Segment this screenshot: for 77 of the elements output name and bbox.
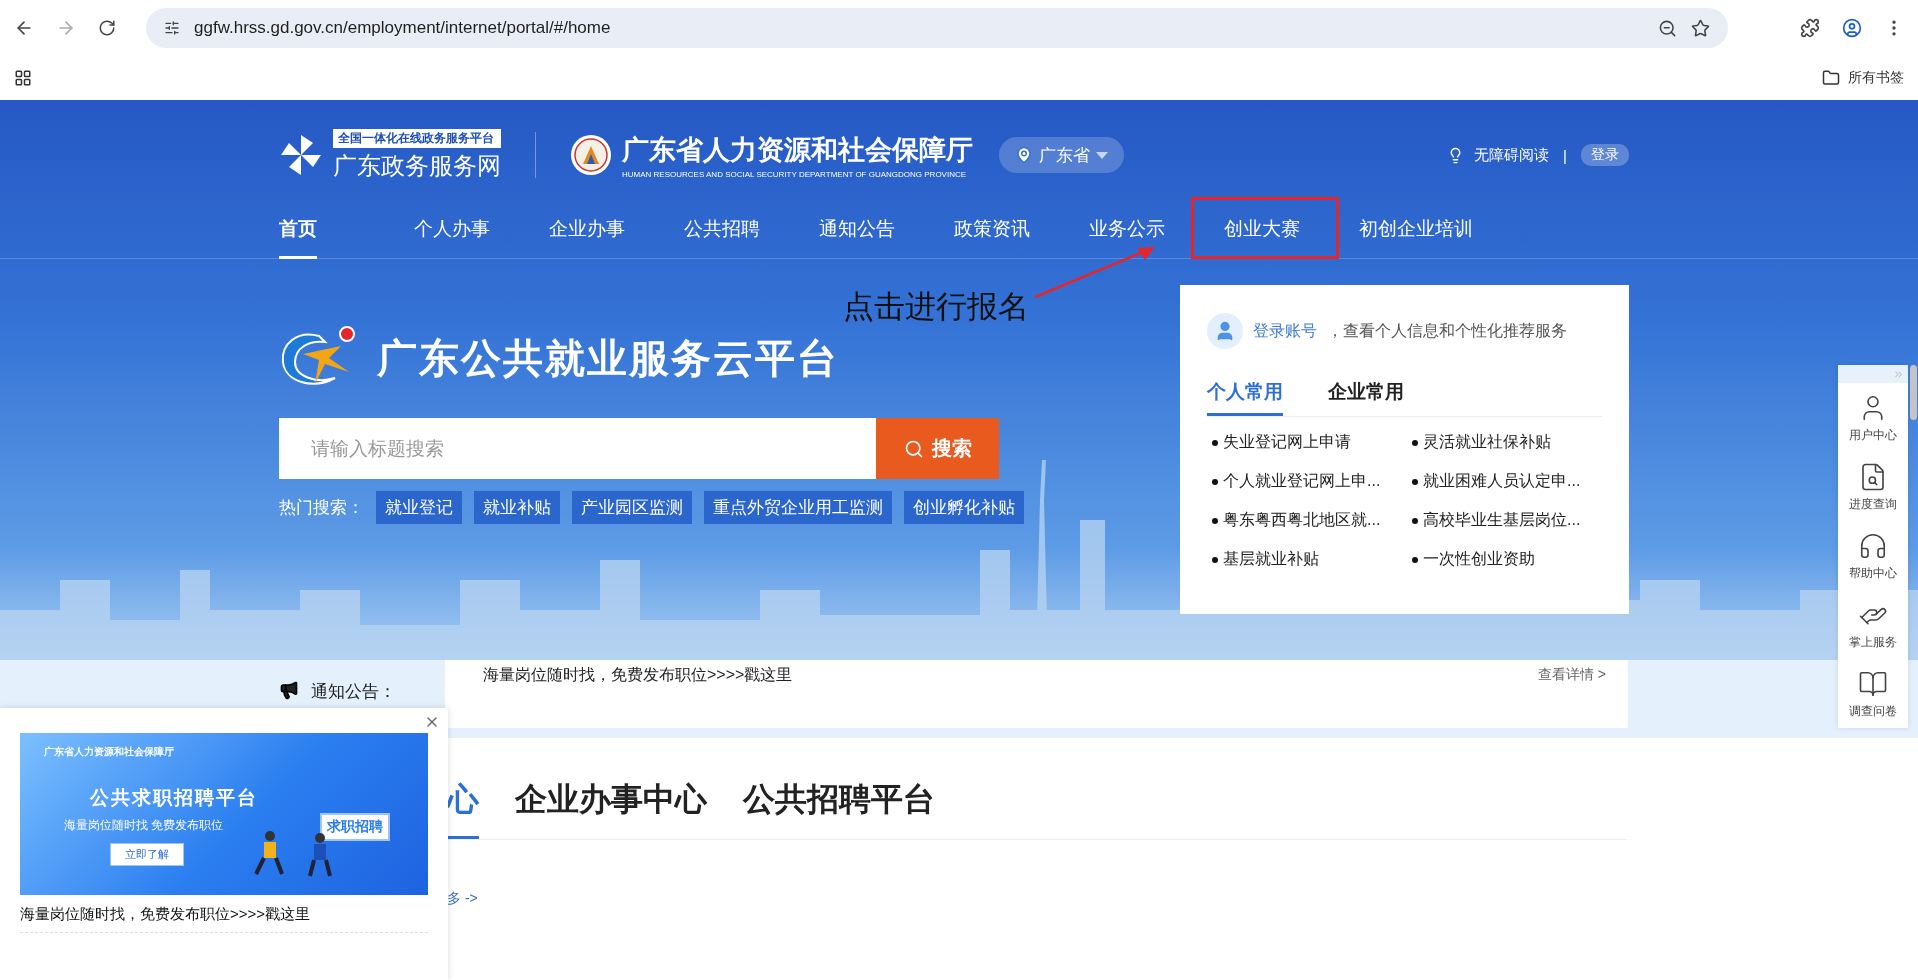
nav-tab[interactable]: 政策资讯 [954, 210, 1089, 258]
service-link[interactable]: 基层就业补贴 [1212, 549, 1412, 570]
side-toolbar-item[interactable]: 掌上服务 [1838, 590, 1908, 659]
nav-tab[interactable]: 创业大赛 [1191, 197, 1339, 259]
section-tab[interactable]: 公共招聘平台 [743, 778, 935, 839]
profile-icon[interactable] [1842, 18, 1862, 38]
megaphone-icon [279, 680, 299, 700]
location-pin-icon [1015, 146, 1033, 164]
scrollbar-thumb[interactable] [1910, 365, 1917, 420]
nav-tab[interactable]: 初创企业培训 [1359, 210, 1494, 258]
service-link[interactable]: 就业困难人员认定申... [1412, 471, 1612, 492]
panel-tab[interactable]: 个人常用 [1207, 379, 1283, 416]
side-toolbar-item[interactable]: 用户中心 [1838, 383, 1908, 452]
service-link[interactable]: 灵活就业社保补贴 [1412, 432, 1612, 453]
login-hint: ，查看个人信息和个性化推荐服务 [1327, 320, 1567, 341]
nav-tab[interactable]: 公共招聘 [684, 210, 819, 258]
logo-name: 广东政务服务网 [333, 150, 501, 181]
accessibility-link[interactable]: 无障碍阅读 [1474, 145, 1550, 165]
recruitment-banner[interactable]: 广东省人力资源和社会保障厅 公共求职招聘平台 海量岗位随时找 免费发布职位 立即了解 求职招聘 [20, 733, 428, 895]
hot-search-tag[interactable]: 重点外贸企业用工监测 [704, 491, 892, 524]
search-icon [903, 438, 924, 459]
avatar-icon [1207, 313, 1243, 349]
banner-sign: 求职招聘 [320, 813, 390, 841]
all-bookmarks-button[interactable]: 所有书签 [1822, 69, 1904, 87]
caret-icon [1096, 151, 1108, 159]
login-button[interactable]: 登录 [1581, 144, 1629, 166]
separator: | [1563, 146, 1567, 164]
pinwheel-logo-icon [279, 133, 323, 177]
url-text: ggfw.hrss.gd.gov.cn/employment/internet/portal/#/home [194, 18, 611, 38]
section-tab[interactable]: 企业办事中心 [515, 778, 707, 839]
headset-icon [1858, 531, 1888, 561]
login-account-link[interactable]: 登录账号 [1253, 320, 1317, 342]
hot-search-tag[interactable]: 产业园区监测 [572, 491, 692, 524]
department-name: 广东省人力资源和社会保障厅 [622, 133, 973, 167]
site-info-icon[interactable] [164, 20, 180, 36]
hot-search-tag[interactable]: 创业孵化补贴 [904, 491, 1024, 524]
bookmark-star-icon[interactable] [1691, 18, 1710, 38]
side-toolbar-item[interactable]: 进度查询 [1838, 452, 1908, 521]
nav-tab[interactable]: 企业办事 [549, 210, 684, 258]
book-icon [1858, 669, 1888, 699]
region-selector[interactable]: 广东省 [999, 137, 1124, 173]
emblem-icon [570, 134, 612, 176]
search-field[interactable]: 请输入标题搜索 [279, 418, 876, 479]
side-toolbar-item[interactable]: 帮助中心 [1838, 521, 1908, 590]
service-link[interactable]: 一次性创业资助 [1412, 549, 1612, 570]
side-toolbar-item[interactable]: 调查问卷 [1838, 659, 1908, 728]
apps-grid-icon[interactable] [14, 69, 32, 87]
service-link[interactable]: 高校毕业生基层岗位... [1412, 510, 1612, 531]
view-details-link[interactable]: 查看详情 > [1537, 666, 1606, 684]
reload-icon[interactable] [98, 19, 116, 37]
popup-caption-link[interactable]: 海量岗位随时找，免费发布职位>>>>戳这里 [20, 905, 428, 933]
banner-button[interactable]: 立即了解 [110, 843, 184, 866]
banner-title: 公共求职招聘平台 [90, 786, 258, 810]
panel-tab[interactable]: 企业常用 [1328, 379, 1404, 416]
nav-tab[interactable]: 首页 [279, 210, 414, 258]
hot-search-tag[interactable]: 就业登记 [376, 491, 462, 524]
annotation-text: 点击进行报名 [843, 288, 1029, 326]
banner-org-name: 广东省人力资源和社会保障厅 [44, 745, 174, 759]
search-button[interactable]: 搜索 [876, 418, 999, 479]
address-bar[interactable]: ggfw.hrss.gd.gov.cn/employment/internet/portal/#/home [146, 8, 1728, 48]
service-link[interactable]: 失业登记网上申请 [1212, 432, 1412, 453]
service-link[interactable]: 粤东粤西粤北地区就... [1212, 510, 1412, 531]
nav-tab[interactable]: 个人办事 [414, 210, 549, 258]
notice-label: 通知公告： [311, 681, 396, 703]
more-link[interactable]: 多 -> [447, 890, 478, 908]
nav-tab[interactable]: 通知公告 [819, 210, 954, 258]
folder-icon [1822, 69, 1840, 87]
hot-search-label: 热门搜索： [279, 497, 364, 519]
logo-tagline: 全国一体化在线政务服务平台 [333, 128, 501, 148]
extensions-icon[interactable] [1800, 18, 1820, 38]
service-link[interactable]: 个人就业登记网上申... [1212, 471, 1412, 492]
zoom-out-icon[interactable] [1658, 18, 1677, 38]
platform-title: 广东公共就业服务云平台 [377, 334, 839, 382]
banner-subtitle: 海量岗位随时找 免费发布职位 [64, 817, 224, 834]
department-english-name: HUMAN RESOURCES AND SOCIAL SECURITY DEPARTMENT OF GUANGDONG PROVINCE [622, 169, 968, 179]
hot-search-tag[interactable]: 就业补贴 [474, 491, 560, 524]
notice-title[interactable]: 海量岗位随时找，免费发布职位>>>>戳这里 [483, 664, 793, 686]
